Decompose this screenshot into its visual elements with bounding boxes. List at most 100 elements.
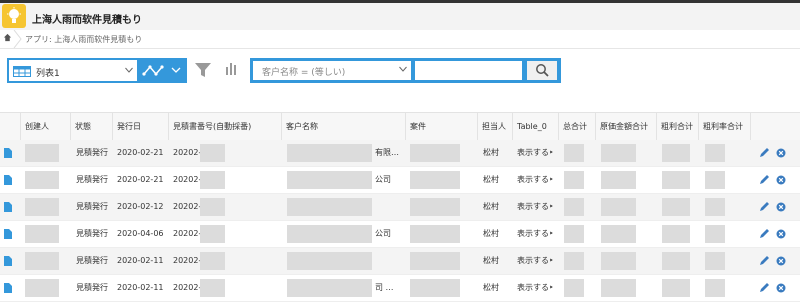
redacted-creator [25, 279, 59, 297]
cell-table0[interactable]: 表示する‣ [517, 221, 554, 247]
redacted-customer [287, 279, 372, 297]
cell-customer: 公司 [375, 175, 391, 184]
cell-assignee: 松村 [483, 202, 499, 211]
bar-chart-icon[interactable] [225, 62, 239, 76]
cell-assignee: 松村 [483, 256, 499, 265]
cell-date: 2020-02-12 [117, 202, 164, 211]
cell-number: 20202- [173, 229, 202, 238]
redacted-cost [601, 225, 636, 243]
cell-status: 見積発行 [76, 175, 108, 184]
document-icon[interactable] [4, 148, 12, 158]
document-icon[interactable] [4, 229, 12, 239]
redacted-profit-rate [705, 144, 725, 162]
edit-icon[interactable] [759, 282, 770, 293]
table-row[interactable]: 見積発行 2020-04-06 20202- 公司 松村 表示する‣ [0, 221, 800, 248]
column-header[interactable]: 创建人 [20, 113, 70, 140]
column-header[interactable]: 見積書番号(自動採番) [168, 113, 281, 140]
app-bulb-icon[interactable] [2, 4, 26, 28]
edit-icon[interactable] [759, 174, 770, 185]
delete-icon[interactable] [776, 175, 786, 185]
table-row[interactable]: 見積発行 2020-02-11 20202- 松村 表示する‣ [0, 248, 800, 275]
redacted-number [200, 279, 225, 297]
redacted-profit-rate [705, 225, 725, 243]
cell-status: 見積発行 [76, 256, 108, 265]
redacted-creator [25, 252, 59, 270]
redacted-total [564, 171, 584, 189]
document-icon[interactable] [4, 202, 12, 212]
view-select[interactable]: 列表1 [7, 58, 139, 83]
redacted-customer [287, 144, 372, 162]
cell-table0[interactable]: 表示する‣ [517, 194, 554, 220]
redacted-profit [662, 171, 690, 189]
breadcrumb-app[interactable]: アプリ: 上海人雨而软件見積もり [25, 34, 142, 45]
cell-table0[interactable]: 表示する‣ [517, 140, 554, 166]
document-icon[interactable] [4, 256, 12, 266]
redacted-cost [601, 279, 636, 297]
redacted-project [410, 279, 460, 297]
column-header[interactable]: 状態 [70, 113, 112, 140]
redacted-creator [25, 225, 59, 243]
column-header[interactable]: 発行日 [112, 113, 168, 140]
redacted-profit [662, 144, 690, 162]
redacted-creator [25, 198, 59, 216]
redacted-cost [601, 171, 636, 189]
table-row[interactable]: 見積発行 2020-02-11 20202- 司 … 松村 表示する‣ [0, 275, 800, 302]
redacted-project [410, 171, 460, 189]
column-header[interactable]: 总合计 [558, 113, 595, 140]
column-header[interactable]: 粗利合计 [656, 113, 698, 140]
redacted-project [410, 252, 460, 270]
column-header[interactable]: 原価金額合计 [595, 113, 656, 140]
search-button[interactable] [527, 61, 557, 80]
cell-table0[interactable]: 表示する‣ [517, 275, 554, 301]
table-row[interactable]: 見積発行 2020-02-21 20202- 公司 松村 表示する‣ [0, 167, 800, 194]
cell-table0[interactable]: 表示する‣ [517, 167, 554, 193]
search-field-select[interactable]: 客户名称 = (等しい) [253, 61, 411, 80]
column-header[interactable]: 担当人 [477, 113, 512, 140]
table-row[interactable]: 見積発行 2020-02-12 20202- 松村 表示する‣ [0, 194, 800, 221]
cell-table0[interactable]: 表示する‣ [517, 248, 554, 274]
column-header[interactable]: Table_0 [512, 113, 558, 140]
app-title[interactable]: 上海人雨而软件見積もり [32, 11, 142, 26]
document-icon[interactable] [4, 283, 12, 293]
cell-status: 見積発行 [76, 148, 108, 157]
graph-icon [142, 65, 181, 76]
search-group: 客户名称 = (等しい) [250, 58, 561, 83]
redacted-customer [287, 225, 372, 243]
edit-icon[interactable] [759, 255, 770, 266]
breadcrumb: アプリ: 上海人雨而软件見積もり [0, 30, 800, 49]
graph-button[interactable] [139, 58, 187, 83]
delete-icon[interactable] [776, 256, 786, 266]
cell-date: 2020-02-21 [117, 175, 164, 184]
cell-status: 見積発行 [76, 283, 108, 292]
redacted-profit [662, 252, 690, 270]
search-field-label: 客户名称 = (等しい) [262, 68, 346, 78]
redacted-cost [601, 252, 636, 270]
redacted-customer [287, 198, 372, 216]
edit-icon[interactable] [759, 228, 770, 239]
redacted-total [564, 252, 584, 270]
home-icon[interactable] [3, 33, 12, 42]
column-header[interactable]: 客户名称 [281, 113, 405, 140]
filter-icon[interactable] [194, 62, 212, 78]
cell-date: 2020-02-21 [117, 148, 164, 157]
delete-icon[interactable] [776, 283, 786, 293]
chevron-down-icon [125, 67, 133, 73]
breadcrumb-separator [13, 30, 22, 48]
search-input[interactable] [415, 61, 522, 80]
document-icon[interactable] [4, 175, 12, 185]
edit-icon[interactable] [759, 201, 770, 212]
cell-number: 20202- [173, 175, 202, 184]
column-header[interactable]: 案件 [405, 113, 477, 140]
redacted-cost [601, 144, 636, 162]
delete-icon[interactable] [776, 148, 786, 158]
column-header[interactable]: 粗利率合计 [698, 113, 750, 140]
redacted-profit [662, 279, 690, 297]
table-row[interactable]: 見積発行 2020-02-21 20202- 有限… 松村 表示する‣ [0, 140, 800, 167]
redacted-customer [287, 171, 372, 189]
redacted-number [200, 225, 225, 243]
delete-icon[interactable] [776, 229, 786, 239]
redacted-profit [662, 225, 690, 243]
column-header-actions [750, 113, 800, 140]
delete-icon[interactable] [776, 202, 786, 212]
edit-icon[interactable] [759, 147, 770, 158]
